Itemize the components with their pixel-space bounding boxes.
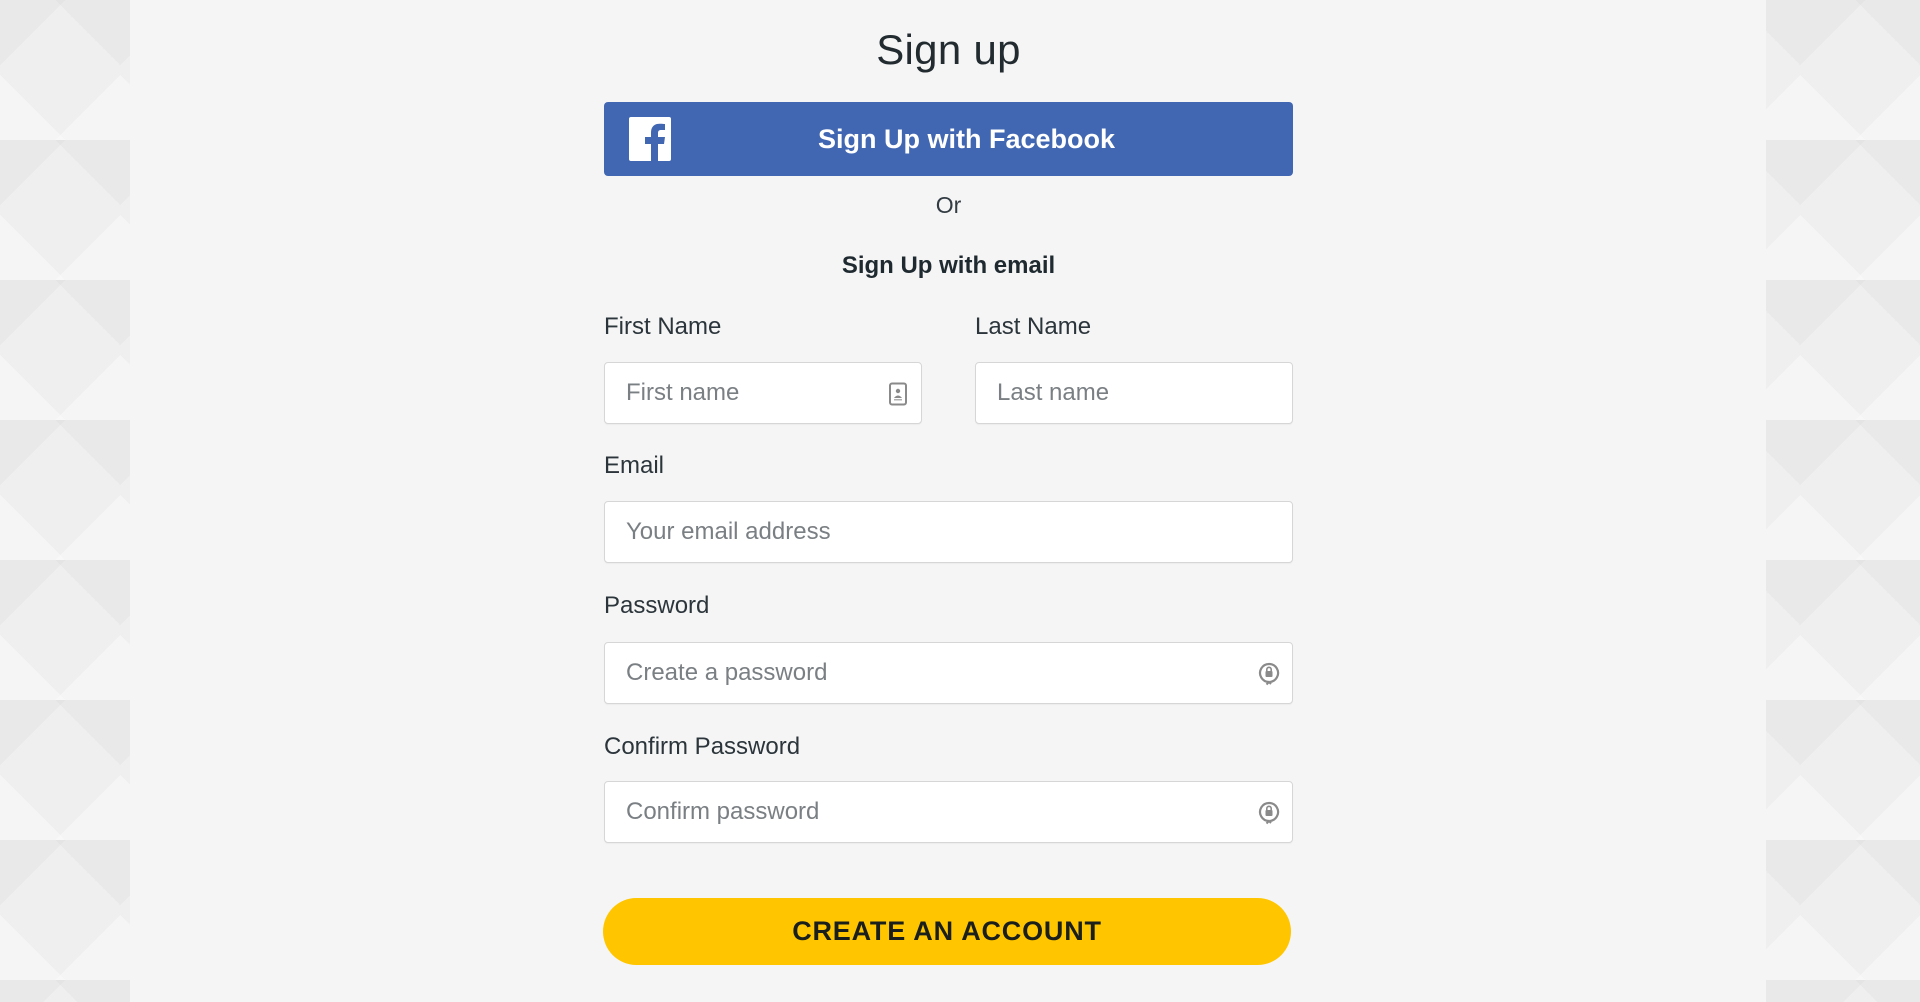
create-account-button[interactable]: CREATE AN ACCOUNT <box>603 898 1291 965</box>
confirm-password-label: Confirm Password <box>604 733 801 760</box>
confirm-password-field <box>604 781 1293 843</box>
password-label: Password <box>604 592 710 619</box>
last-name-field <box>975 362 1293 424</box>
email-label: Email <box>604 452 665 479</box>
password-key-icon[interactable] <box>1256 661 1282 687</box>
email-field <box>604 501 1293 563</box>
or-divider: Or <box>935 192 962 218</box>
contact-card-icon[interactable] <box>885 381 911 407</box>
first-name-field <box>604 362 922 424</box>
email-input[interactable] <box>605 502 1292 562</box>
last-name-input[interactable] <box>976 363 1292 423</box>
facebook-icon <box>629 117 671 161</box>
first-name-input[interactable] <box>605 363 921 423</box>
page-title: Sign up <box>876 26 1021 73</box>
first-name-label: First Name <box>604 313 722 340</box>
facebook-signup-button[interactable]: Sign Up with Facebook <box>604 102 1293 176</box>
password-field <box>604 642 1293 704</box>
email-signup-heading: Sign Up with email <box>841 252 1056 279</box>
last-name-label: Last Name <box>975 313 1092 340</box>
confirm-password-input[interactable] <box>605 782 1292 842</box>
facebook-button-label: Sign Up with Facebook <box>817 123 1115 154</box>
password-key-icon[interactable] <box>1256 800 1282 826</box>
password-input[interactable] <box>605 643 1292 703</box>
